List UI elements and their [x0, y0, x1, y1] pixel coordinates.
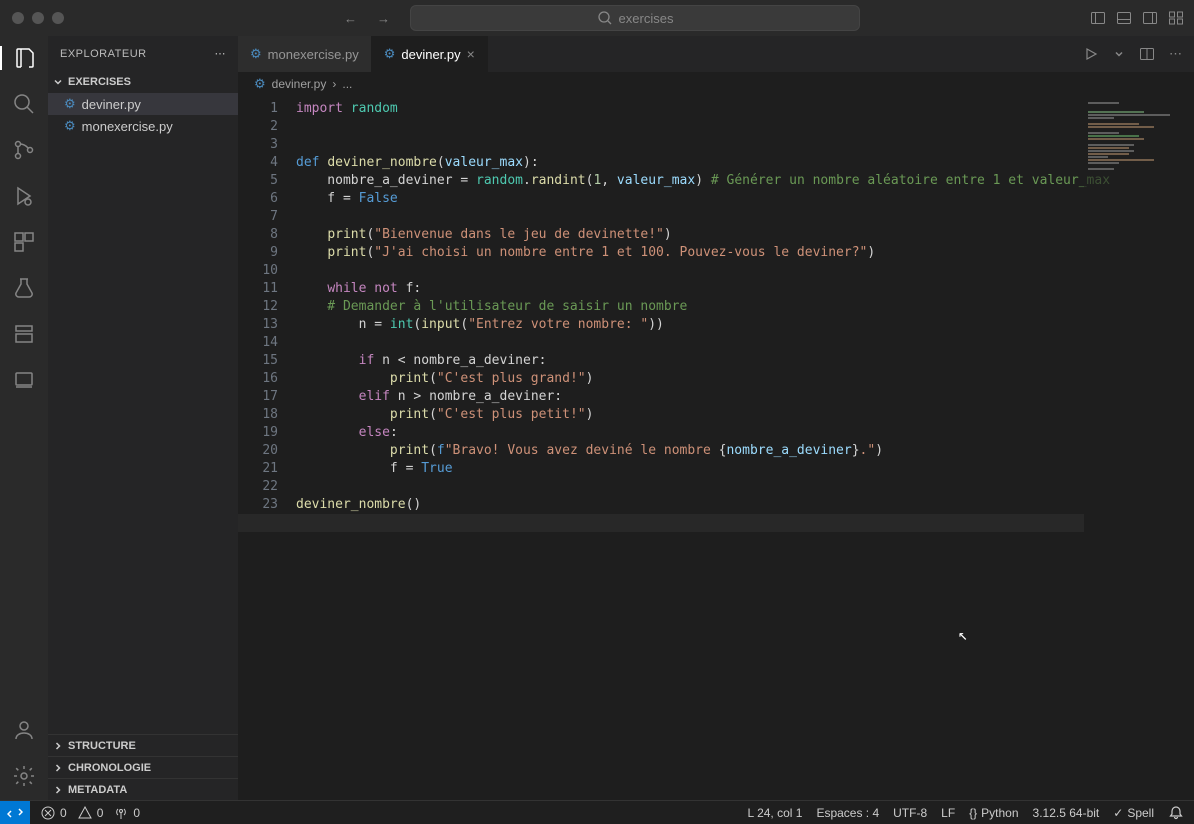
remote-indicator[interactable] — [0, 801, 30, 824]
metadata-section-header[interactable]: METADATA — [48, 778, 238, 800]
file-item[interactable]: ⚙ deviner.py — [48, 93, 238, 115]
cursor-position[interactable]: L 24, col 1 — [748, 806, 803, 820]
section-label: CHRONOLOGIE — [68, 762, 151, 774]
braces-icon: {} — [969, 806, 977, 820]
customize-layout-icon[interactable] — [1168, 10, 1184, 26]
errors-count[interactable]: 0 — [40, 805, 67, 821]
python-file-icon: ⚙ — [64, 96, 76, 112]
error-icon — [40, 805, 56, 821]
warnings-count[interactable]: 0 — [77, 805, 104, 821]
settings-gear-icon[interactable] — [12, 764, 36, 788]
run-file-icon[interactable] — [1083, 46, 1099, 62]
toggle-panel-icon[interactable] — [1116, 10, 1132, 26]
close-window[interactable] — [12, 12, 24, 24]
testing-icon[interactable] — [12, 276, 36, 300]
extensions-icon[interactable] — [12, 230, 36, 254]
warning-icon — [77, 805, 93, 821]
code-editor[interactable]: 123456789101112131415161718192021222324 … — [238, 96, 1194, 800]
file-name: deviner.py — [82, 97, 141, 112]
chevron-right-icon — [52, 740, 64, 752]
titlebar: ← → exercises — [0, 0, 1194, 36]
code-content[interactable]: import random def deviner_nombre(valeur_… — [296, 96, 1194, 800]
search-view-icon[interactable] — [12, 92, 36, 116]
split-editor-icon[interactable] — [1139, 46, 1155, 62]
sidebar-title-label: EXPLORATEUR — [60, 48, 147, 60]
breadcrumb-file: deviner.py — [272, 77, 327, 91]
python-file-icon: ⚙ — [384, 46, 396, 62]
ports-count[interactable]: 0 — [113, 805, 140, 821]
sidebar-title: EXPLORATEUR ⋯ — [48, 36, 238, 71]
cursor-line-highlight — [238, 514, 1084, 532]
mouse-cursor: ↖ — [958, 626, 968, 644]
python-file-icon: ⚙ — [254, 76, 266, 92]
toggle-secondary-sidebar-icon[interactable] — [1142, 10, 1158, 26]
folder-section-header[interactable]: EXERCISES — [48, 71, 238, 93]
search-icon — [597, 10, 613, 26]
tab-label: monexercise.py — [268, 47, 359, 62]
editor-tab[interactable]: ⚙ deviner.py × — [372, 36, 488, 72]
encoding[interactable]: UTF-8 — [893, 806, 927, 820]
sidebar-more-icon[interactable]: ⋯ — [215, 47, 227, 60]
editor-area: ⚙ monexercise.py ⚙ deviner.py × ⋯ ⚙ devi… — [238, 36, 1194, 800]
timeline-section-header[interactable]: CHRONOLOGIE — [48, 756, 238, 778]
minimap[interactable] — [1084, 96, 1194, 800]
editor-tab[interactable]: ⚙ monexercise.py — [238, 36, 372, 72]
outline-section-header[interactable]: STRUCTURE — [48, 734, 238, 756]
line-numbers: 123456789101112131415161718192021222324 — [238, 96, 296, 800]
extra-view-2-icon[interactable] — [12, 368, 36, 392]
nav-back-icon[interactable]: ← — [344, 11, 357, 26]
nav-forward-icon[interactable]: → — [377, 11, 390, 26]
editor-more-icon[interactable]: ⋯ — [1169, 46, 1182, 62]
eol[interactable]: LF — [941, 806, 955, 820]
section-label: METADATA — [68, 784, 127, 796]
explorer-sidebar: EXPLORATEUR ⋯ EXERCISES ⚙ deviner.py ⚙ m… — [48, 36, 238, 800]
section-label: STRUCTURE — [68, 740, 136, 752]
minimize-window[interactable] — [32, 12, 44, 24]
python-file-icon: ⚙ — [64, 118, 76, 134]
accounts-icon[interactable] — [12, 718, 36, 742]
chevron-down-icon — [52, 76, 64, 88]
source-control-icon[interactable] — [12, 138, 36, 162]
breadcrumb[interactable]: ⚙ deviner.py › ... — [238, 72, 1194, 96]
remote-icon — [7, 805, 23, 821]
close-tab-icon[interactable]: × — [467, 46, 475, 62]
spell-check[interactable]: ✓ Spell — [1113, 806, 1154, 820]
notifications-icon[interactable] — [1168, 805, 1184, 821]
extra-view-1-icon[interactable] — [12, 322, 36, 346]
antenna-icon — [113, 805, 129, 821]
run-dropdown-icon[interactable] — [1113, 48, 1125, 60]
explorer-view-icon[interactable] — [0, 46, 48, 70]
python-file-icon: ⚙ — [250, 46, 262, 62]
activity-bar — [0, 36, 48, 800]
maximize-window[interactable] — [52, 12, 64, 24]
file-list: ⚙ deviner.py ⚙ monexercise.py — [48, 93, 238, 734]
search-text: exercises — [619, 11, 674, 26]
tab-label: deviner.py — [401, 47, 460, 62]
nav-arrows: ← → — [344, 11, 390, 26]
toggle-primary-sidebar-icon[interactable] — [1090, 10, 1106, 26]
chevron-right-icon — [52, 762, 64, 774]
window-controls — [12, 12, 64, 24]
run-debug-icon[interactable] — [12, 184, 36, 208]
check-icon: ✓ — [1113, 806, 1123, 820]
tab-bar: ⚙ monexercise.py ⚙ deviner.py × ⋯ — [238, 36, 1194, 72]
status-bar: 0 0 0 L 24, col 1 Espaces : 4 UTF-8 LF {… — [0, 800, 1194, 824]
python-version[interactable]: 3.12.5 64-bit — [1033, 806, 1100, 820]
command-center[interactable]: exercises — [410, 5, 860, 31]
breadcrumb-rest: ... — [342, 77, 352, 91]
language-mode[interactable]: {} Python — [969, 806, 1018, 820]
file-item[interactable]: ⚙ monexercise.py — [48, 115, 238, 137]
breadcrumb-separator: › — [332, 77, 336, 91]
titlebar-layout-controls — [1090, 10, 1184, 26]
folder-name: EXERCISES — [68, 76, 131, 88]
file-name: monexercise.py — [82, 119, 173, 134]
indentation[interactable]: Espaces : 4 — [816, 806, 879, 820]
chevron-right-icon — [52, 784, 64, 796]
